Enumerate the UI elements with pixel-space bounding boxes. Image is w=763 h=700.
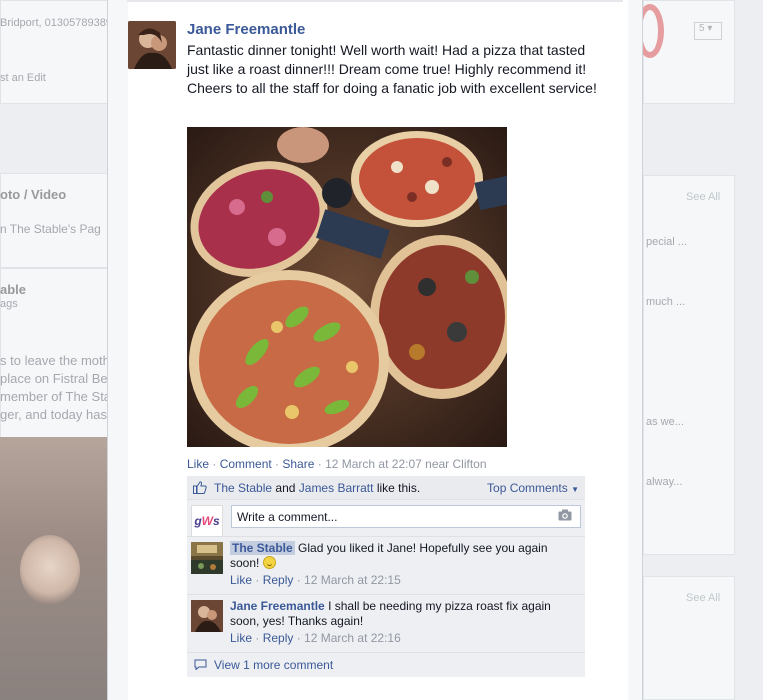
thumbs-up-icon: [193, 481, 207, 494]
bg-right-snippet: alway...: [646, 476, 683, 488]
comment-timestamp[interactable]: 12 March at 22:16: [304, 631, 401, 645]
bg-post-line: ger, and today has: [0, 407, 107, 422]
comment-reply-link[interactable]: Reply: [263, 631, 294, 645]
caret-down-icon: ▼: [571, 485, 579, 494]
comment-body: The Stable Glad you liked it Jane! Hopef…: [230, 541, 575, 588]
bg-right-snippet: pecial ...: [646, 236, 687, 248]
bg-photo-face: [20, 535, 80, 605]
share-link[interactable]: Share: [282, 457, 314, 471]
gws-avatar: gWs: [191, 505, 223, 537]
liker-the-stable[interactable]: The Stable: [214, 481, 272, 495]
comment-like-link[interactable]: Like: [230, 573, 252, 587]
bg-post-line: place on Fistral Be: [0, 371, 108, 386]
view-more-label: View 1 more comment: [214, 658, 334, 672]
bg-right-snippet: much ...: [646, 296, 686, 308]
post-timestamp[interactable]: 12 March at 22:07 near Clifton: [325, 457, 486, 471]
bg-edit-link: st an Edit: [0, 72, 46, 84]
comment-author[interactable]: Jane Freemantle: [230, 599, 325, 613]
smiley-icon: [262, 556, 276, 569]
bg-page-input: n The Stable's Pag: [0, 222, 101, 236]
comment-meta: Like · Reply · 12 March at 22:16: [230, 631, 401, 645]
bg-right-snippet: as we...: [646, 416, 684, 428]
comment-input-row: gWs Write a comment...: [187, 500, 585, 537]
bg-right-card: [643, 175, 735, 555]
feedback-section: The Stable and James Barratt like this. …: [187, 476, 585, 677]
comment-reply-link[interactable]: Reply: [263, 573, 294, 587]
bg-info-card: [0, 0, 108, 104]
camera-icon[interactable]: [558, 509, 572, 521]
author-avatar[interactable]: [128, 21, 176, 69]
comment-timestamp[interactable]: 12 March at 22:15: [304, 573, 401, 587]
view-more-comments[interactable]: View 1 more comment: [187, 653, 585, 677]
comment-like-link[interactable]: Like: [230, 631, 252, 645]
comment-meta: Like · Reply · 12 March at 22:15: [230, 573, 401, 587]
likes-suffix: like this.: [376, 481, 421, 495]
like-link[interactable]: Like: [187, 457, 209, 471]
bg-select: 5 ▾: [694, 22, 722, 40]
bg-post-line: s to leave the moth: [0, 353, 110, 368]
bg-see-all: See All: [686, 191, 721, 203]
post-actions: Like · Comment · Share · 12 March at 22:…: [187, 457, 487, 471]
post-author[interactable]: Jane Freemantle: [187, 21, 305, 38]
post-photo[interactable]: [187, 127, 507, 447]
likes-bar: The Stable and James Barratt like this. …: [187, 476, 585, 500]
bg-page-name: able: [0, 282, 27, 297]
comment: The Stable Glad you liked it Jane! Hopef…: [187, 537, 585, 595]
bg-see-all: See All: [686, 592, 721, 604]
the-stable-avatar[interactable]: [191, 542, 223, 574]
bg-photo-video: oto / Video: [0, 187, 67, 202]
popup-top-border: [127, 0, 623, 2]
top-comments-dropdown[interactable]: Top Comments ▼: [487, 481, 579, 495]
comment-author[interactable]: The Stable: [230, 541, 295, 555]
post-text: Fantastic dinner tonight! Well worth wai…: [187, 42, 597, 96]
comment-link[interactable]: Comment: [220, 457, 272, 471]
comment-body: Jane Freemantle I shall be needing my pi…: [230, 599, 575, 646]
bg-post-line: member of The Sta: [0, 389, 112, 404]
comment-bubble-icon: [194, 659, 207, 670]
likes-and: and: [275, 481, 296, 495]
jane-freemantle-avatar[interactable]: [191, 600, 223, 632]
liker-james-barratt[interactable]: James Barratt: [299, 481, 374, 495]
bg-page-meta: ags: [0, 298, 18, 310]
comment-input[interactable]: Write a comment...: [231, 505, 581, 528]
bg-address: Bridport, 01305789389: [0, 17, 112, 29]
comment: Jane Freemantle I shall be needing my pi…: [187, 595, 585, 653]
